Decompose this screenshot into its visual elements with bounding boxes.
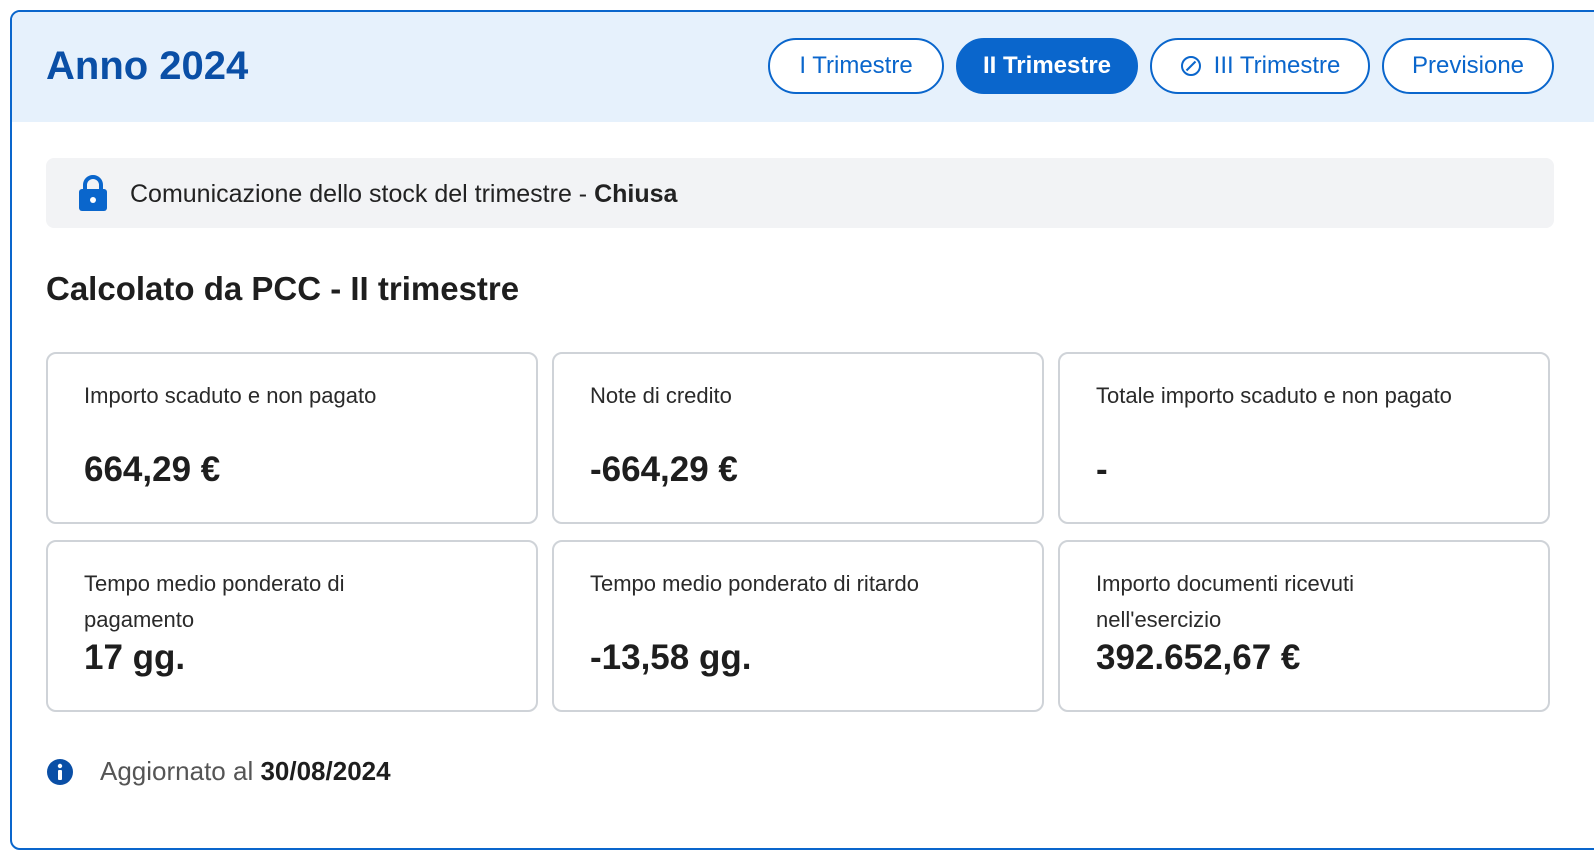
metric-label: Tempo medio ponderato di pagamento — [84, 571, 345, 632]
tab-label: III Trimestre — [1213, 52, 1341, 79]
status-state: Chiusa — [594, 180, 678, 208]
metric-value: 17 gg. — [84, 638, 186, 677]
status-text: Comunicazione dello stock del trimestre … — [130, 180, 677, 209]
last-updated-date: 30/08/2024 — [260, 756, 391, 786]
metric-card-delay-time: Tempo medio ponderato di ritardo -13,58 … — [552, 540, 1044, 712]
panel-header: Anno 2024 I Trimestre II Trimestre III T… — [12, 12, 1594, 122]
metric-value: 664,29 € — [84, 450, 221, 489]
last-updated: Aggiornato al 30/08/2024 — [100, 756, 391, 787]
metric-label: Importo scaduto e non pagato — [84, 383, 377, 408]
info-icon — [47, 759, 73, 785]
quarter-panel: Anno 2024 I Trimestre II Trimestre III T… — [10, 10, 1594, 850]
tab-label: II Trimestre — [982, 52, 1112, 79]
section-title: Calcolato da PCC - II trimestre — [46, 270, 520, 307]
metric-card-documents-amount: Importo documenti ricevuti nell'esercizi… — [1058, 540, 1550, 712]
status-label: Comunicazione dello stock del trimestre … — [130, 180, 595, 208]
tab-first-quarter[interactable]: I Trimestre — [768, 38, 944, 94]
metric-card-total-overdue: Totale importo scaduto e non pagato - — [1058, 352, 1550, 524]
metric-value: -664,29 € — [590, 450, 738, 489]
metric-card-overdue-unpaid: Importo scaduto e non pagato 664,29 € — [46, 352, 538, 524]
metric-label: Importo documenti ricevuti nell'esercizi… — [1096, 571, 1354, 632]
tab-second-quarter[interactable]: II Trimestre — [956, 38, 1138, 94]
metric-value: 392.652,67 € — [1096, 638, 1301, 677]
metric-card-credit-notes: Note di credito -664,29 € — [552, 352, 1044, 524]
metric-value: -13,58 gg. — [590, 638, 752, 677]
tab-label: I Trimestre — [799, 52, 913, 79]
tab-label: Previsione — [1411, 52, 1525, 79]
last-updated-label: Aggiornato al — [100, 756, 261, 786]
tab-third-quarter[interactable]: III Trimestre — [1150, 38, 1370, 94]
metric-value: - — [1096, 450, 1108, 489]
stock-communication-status: Comunicazione dello stock del trimestre … — [46, 158, 1554, 228]
metric-label: Tempo medio ponderato di ritardo — [590, 571, 919, 596]
tab-forecast[interactable]: Previsione — [1382, 38, 1554, 94]
metric-card-payment-time: Tempo medio ponderato di pagamento 17 gg… — [46, 540, 538, 712]
year-title: Anno 2024 — [46, 44, 249, 88]
metric-label: Note di credito — [590, 383, 732, 408]
lock-icon — [79, 175, 107, 211]
metric-label: Totale importo scaduto e non pagato — [1096, 383, 1452, 408]
ban-icon — [1180, 56, 1201, 76]
